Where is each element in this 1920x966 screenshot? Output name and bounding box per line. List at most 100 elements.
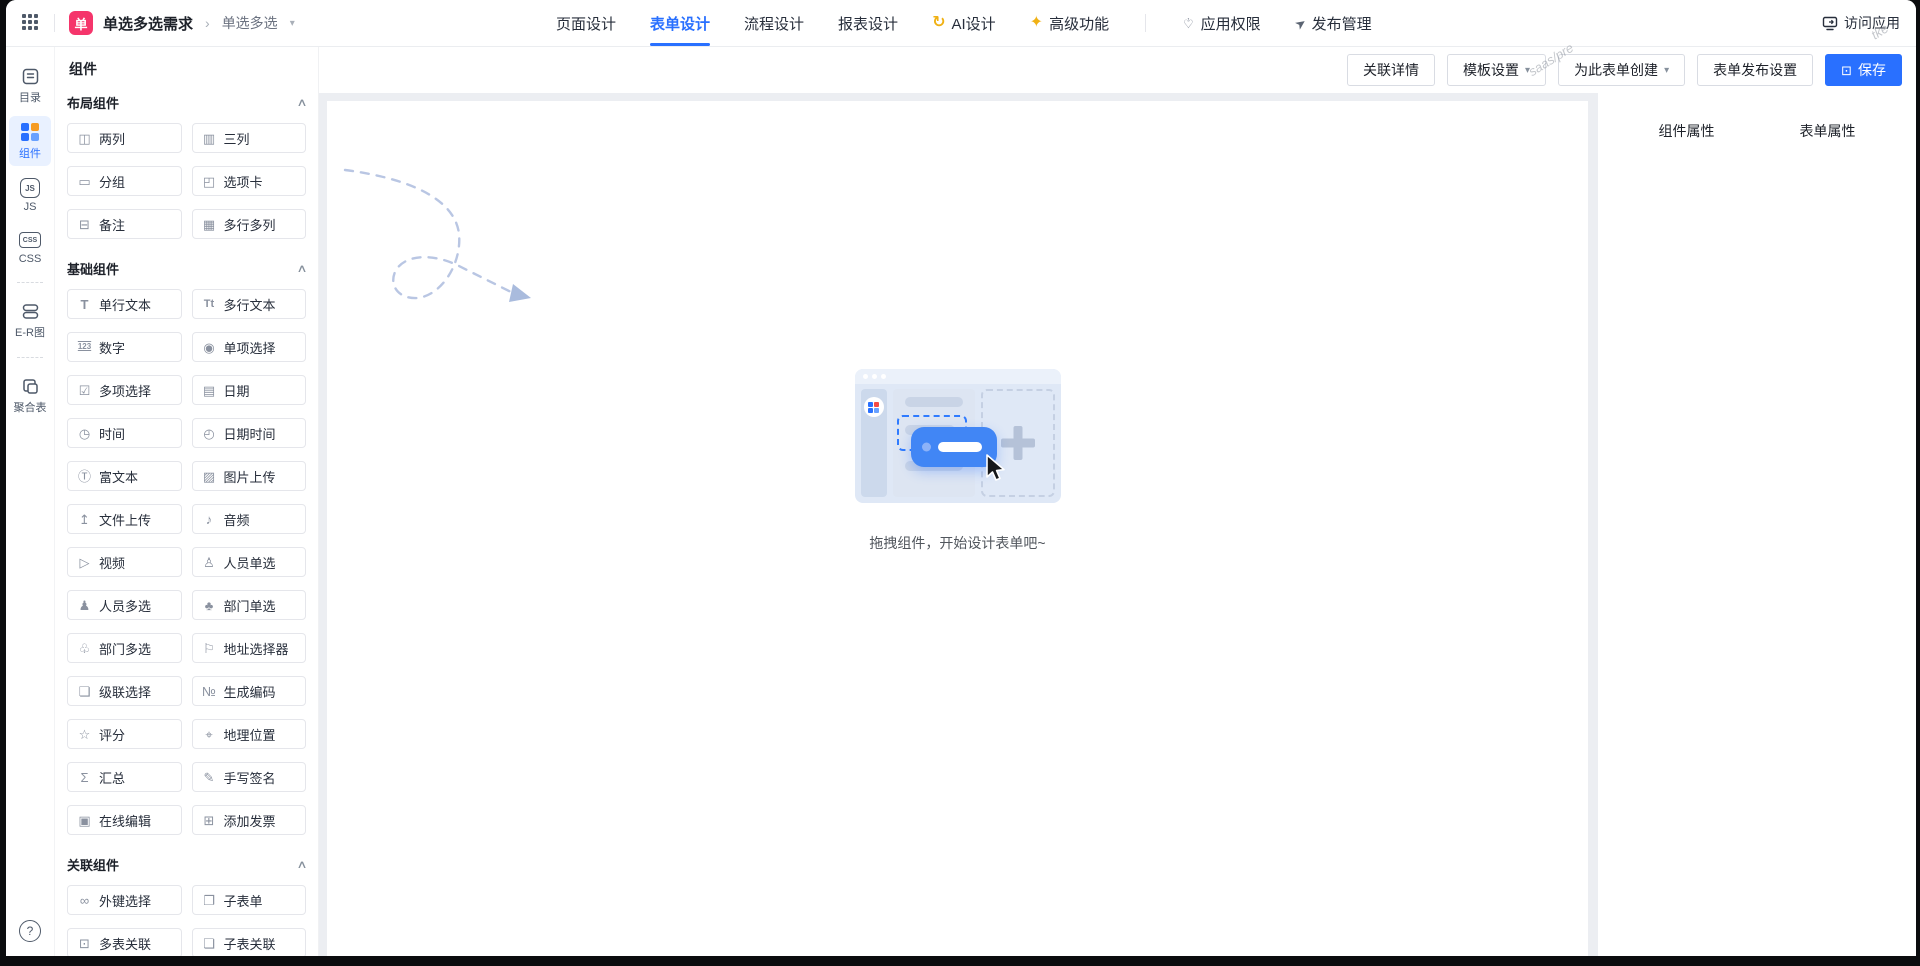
panel-title: 组件 — [67, 57, 306, 81]
component-item[interactable]: ⚐ 地址选择器 — [192, 633, 307, 663]
component-item[interactable]: ∞ 外键选择 — [67, 885, 182, 915]
form-canvas-sheet[interactable]: 拖拽组件，开始设计表单吧~ — [327, 101, 1588, 956]
top-header: 单 单选多选需求 › 单选多选 ▾ 页面设计 表单设计 — [6, 0, 1916, 47]
nav-tab[interactable]: 流程设计 — [744, 0, 804, 46]
foreign-key-icon: ∞ — [77, 894, 92, 907]
nav-tab[interactable]: ✦ 高级功能 — [1030, 0, 1109, 46]
component-item[interactable]: ▨ 图片上传 — [192, 461, 307, 491]
empty-state-illustration — [855, 369, 1061, 503]
app-window: 单 单选多选需求 › 单选多选 ▾ 页面设计 表单设计 — [6, 0, 1916, 956]
toolbar-button[interactable]: 为此表单创建 ▾ — [1558, 54, 1685, 86]
richtext-icon: Ⓣ — [77, 470, 92, 483]
component-item[interactable]: ◰ 选项卡 — [192, 166, 307, 196]
time-icon: ◷ — [77, 427, 92, 440]
section-header[interactable]: 布局组件 ∧ — [67, 93, 306, 111]
datetime-icon: ◴ — [202, 427, 217, 440]
component-item[interactable]: ▥ 三列 — [192, 123, 307, 153]
paperclip-icon: ↥ — [77, 513, 92, 526]
component-item[interactable]: ▭ 分组 — [67, 166, 182, 196]
nav-tab[interactable]: ➤ 发布管理 — [1295, 0, 1372, 46]
toolbar-button[interactable]: 模板设置 ▾ — [1447, 54, 1546, 86]
component-item[interactable]: ⊞ 添加发票 — [192, 805, 307, 835]
component-grid: T 单行文本 Tt 多行文本 123 数字 — [67, 289, 306, 835]
breadcrumb-separator: › — [205, 15, 210, 31]
dept-multi-icon: ♧ — [77, 642, 92, 655]
header-divider — [54, 14, 55, 32]
app-badge: 单 — [69, 11, 93, 35]
component-item[interactable]: ◫ 两列 — [67, 123, 182, 153]
chevron-up-icon: ∧ — [296, 858, 307, 871]
component-item[interactable]: ☆ 评分 — [67, 719, 182, 749]
component-item[interactable]: ⊟ 备注 — [67, 209, 182, 239]
component-item[interactable]: ◷ 时间 — [67, 418, 182, 448]
component-item[interactable]: ✎ 手写签名 — [192, 762, 307, 792]
component-item[interactable]: ♣ 部门单选 — [192, 590, 307, 620]
toolbar-button[interactable]: 表单发布设置 — [1697, 54, 1813, 86]
component-item[interactable]: Σ 汇总 — [67, 762, 182, 792]
user-icon: ♙ — [202, 556, 217, 569]
component-item[interactable]: ▣ 在线编辑 — [67, 805, 182, 835]
component-item[interactable]: ▦ 多行多列 — [192, 209, 307, 239]
form-toolbar: 关联详情 模板设置 ▾ 为此表单创建 ▾ — [319, 47, 1916, 93]
access-app-button[interactable]: 访问应用 — [1822, 13, 1900, 33]
component-item[interactable]: ♧ 部门多选 — [67, 633, 182, 663]
subform-icon: ❐ — [202, 894, 217, 907]
component-item[interactable]: ❐ 子表单 — [192, 885, 307, 915]
geolocation-icon: ⌖ — [202, 728, 217, 741]
chevron-down-icon: ▾ — [1525, 65, 1530, 76]
nav-tab[interactable]: 报表设计 — [838, 0, 898, 46]
section-header[interactable]: 基础组件 ∧ — [67, 259, 306, 277]
sidebar-item-er-diagram[interactable]: E-R图 — [9, 295, 51, 345]
sidebar-item-aggregate-table[interactable]: 聚合表 — [9, 370, 51, 420]
rail-divider — [17, 282, 43, 283]
section-header[interactable]: 关联组件 ∧ — [67, 855, 306, 873]
tab-component-properties[interactable]: 组件属性 — [1659, 121, 1715, 141]
component-item[interactable]: ⌖ 地理位置 — [192, 719, 307, 749]
nav-tab[interactable]: 页面设计 — [556, 0, 616, 46]
nav-tab[interactable]: ♤ 应用权限 — [1182, 0, 1261, 46]
cascade-icon: ❏ — [77, 685, 92, 698]
tab-form-properties[interactable]: 表单属性 — [1800, 121, 1856, 141]
component-item[interactable]: ☑ 多项选择 — [67, 375, 182, 405]
component-item[interactable]: ⊡ 多表关联 — [67, 928, 182, 956]
address-pin-icon: ⚐ — [202, 642, 217, 655]
component-item[interactable]: ▤ 日期 — [192, 375, 307, 405]
component-item[interactable]: ❏ 子表关联 — [192, 928, 307, 956]
sidebar-item-catalog[interactable]: 目录 — [9, 60, 51, 110]
component-item[interactable]: ↥ 文件上传 — [67, 504, 182, 534]
sidebar-item-components[interactable]: 组件 — [9, 116, 51, 166]
catalog-icon — [21, 66, 40, 86]
nav-tab[interactable]: ↻ AI设计 — [932, 0, 996, 46]
mic-icon: ♪ — [202, 513, 217, 526]
component-item[interactable]: ◉ 单项选择 — [192, 332, 307, 362]
chevron-down-icon[interactable]: ▾ — [290, 18, 295, 29]
ai-sparkle-icon: ↻ — [932, 15, 945, 31]
sidebar-item-css[interactable]: CSS CSS — [9, 224, 51, 270]
component-item[interactable]: 123 数字 — [67, 332, 182, 362]
radio-icon: ◉ — [202, 341, 217, 354]
component-item[interactable]: ◴ 日期时间 — [192, 418, 307, 448]
apps-grid-icon[interactable] — [22, 14, 40, 32]
three-columns-icon: ▥ — [202, 132, 217, 145]
page-name[interactable]: 单选多选 — [222, 13, 278, 33]
component-grid: ∞ 外键选择 ❐ 子表单 ⊡ 多表关联 — [67, 885, 306, 956]
section-relation-components: 关联组件 ∧ ∞ 外键选择 ❐ 子表单 — [67, 855, 306, 956]
component-item[interactable]: T 单行文本 — [67, 289, 182, 319]
sidebar-item-js[interactable]: JS JS — [9, 172, 51, 218]
component-item[interactable]: Ⓣ 富文本 — [67, 461, 182, 491]
cursor-icon — [983, 453, 1009, 483]
toolbar-button[interactable]: 关联详情 — [1347, 54, 1435, 86]
component-item[interactable]: Tt 多行文本 — [192, 289, 307, 319]
component-item[interactable]: ♪ 音频 — [192, 504, 307, 534]
component-item[interactable]: ♙ 人员单选 — [192, 547, 307, 577]
component-item[interactable]: ▷ 视频 — [67, 547, 182, 577]
nav-left-group: 页面设计 表单设计 流程设计 报表设计 — [556, 0, 1109, 46]
toolbar-button[interactable]: ⊡ 保存 — [1825, 54, 1902, 86]
component-item[interactable]: ♟ 人员多选 — [67, 590, 182, 620]
textarea-icon: Tt — [202, 299, 217, 310]
help-icon[interactable]: ? — [19, 920, 41, 942]
component-item[interactable]: № 生成编码 — [192, 676, 307, 706]
nav-tab[interactable]: 表单设计 — [650, 0, 710, 46]
component-item[interactable]: ❏ 级联选择 — [67, 676, 182, 706]
er-diagram-icon — [21, 301, 40, 321]
